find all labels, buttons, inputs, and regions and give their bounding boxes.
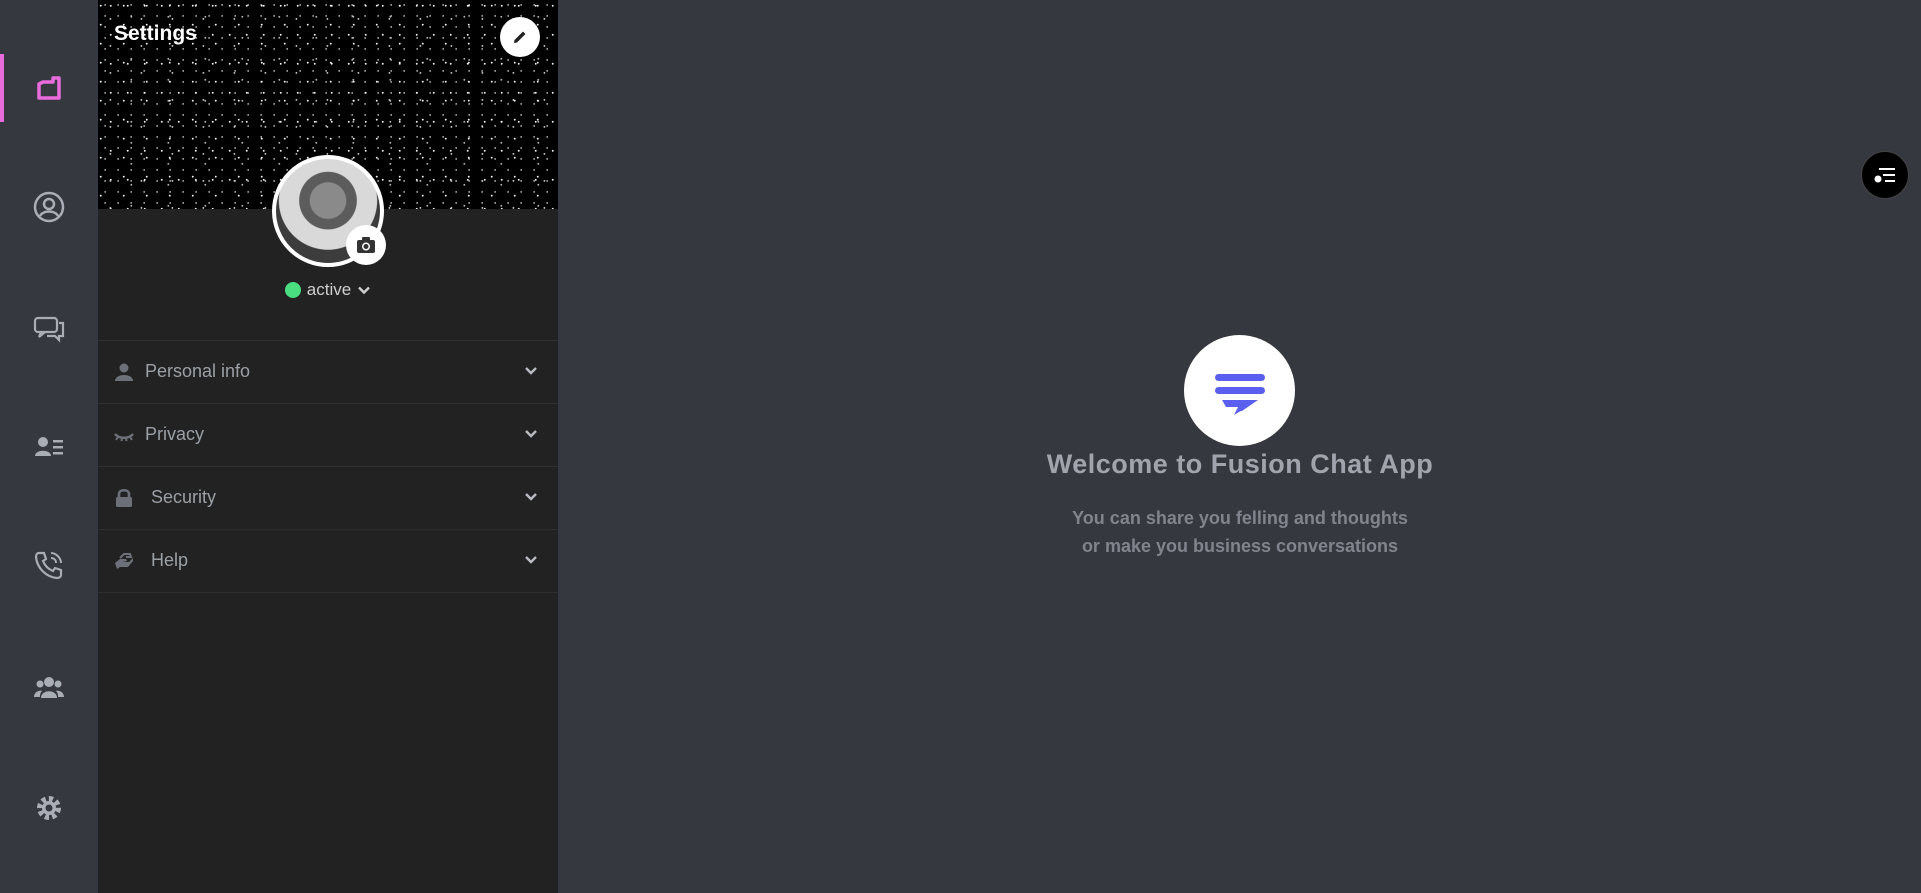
chevron-down-icon: [525, 556, 537, 564]
welcome-logo: [1184, 335, 1295, 446]
help-hands-icon: [115, 553, 133, 569]
icon-rail: [0, 0, 98, 893]
groups-icon: [34, 677, 64, 698]
section-personal-info[interactable]: Personal info: [98, 340, 558, 403]
chevron-down-icon: [525, 430, 537, 438]
rail-item-groups[interactable]: [0, 654, 98, 722]
app-logo-icon: [37, 76, 61, 100]
rail-item-chats[interactable]: [0, 294, 98, 362]
gear-icon: [37, 796, 61, 820]
settings-sections: Personal info Privacy Security Help: [98, 340, 558, 593]
welcome-line: or make you business conversations: [1081, 536, 1399, 556]
section-label: Security: [151, 487, 217, 507]
welcome-subtitle: You can share you felling and thoughts o…: [940, 504, 1540, 560]
welcome-line: You can share you felling and thoughts: [1072, 508, 1408, 528]
section-security[interactable]: Security: [98, 466, 558, 529]
phone-wifi-icon: [34, 551, 63, 580]
section-privacy[interactable]: Privacy: [98, 403, 558, 466]
lock-icon: [116, 488, 132, 507]
rail-item-calls[interactable]: [0, 531, 98, 599]
contacts-icon: [35, 437, 63, 456]
rail-item-profile[interactable]: [0, 173, 98, 241]
user-list-icon: [1874, 168, 1895, 183]
rail-item-contacts[interactable]: [0, 413, 98, 481]
pencil-icon: [514, 31, 526, 43]
user-circle-icon: [33, 191, 65, 223]
chat-bubbles-icon: [33, 316, 65, 343]
rail-item-home[interactable]: [0, 54, 98, 122]
welcome-title: Welcome to Fusion Chat App: [1046, 449, 1434, 479]
camera-icon: [357, 237, 375, 253]
status-dropdown[interactable]: active: [307, 280, 371, 300]
rail-item-settings[interactable]: [0, 774, 98, 842]
settings-panel: Settings active Personal info Privacy Se…: [98, 0, 558, 893]
section-label: Privacy: [145, 424, 205, 444]
status-dot: [284, 282, 301, 298]
page-title: Settings: [114, 22, 197, 45]
edit-cover-button[interactable]: [500, 17, 540, 57]
eye-closed-icon: [114, 433, 134, 442]
user-icon: [115, 363, 133, 381]
change-photo-button[interactable]: [346, 225, 386, 265]
chevron-down-icon: [525, 493, 537, 501]
chat-logo-icon: [1214, 373, 1265, 415]
section-label: Help: [151, 550, 189, 570]
section-help[interactable]: Help: [98, 529, 558, 593]
user-details-button[interactable]: [1861, 151, 1909, 199]
chevron-down-icon: [358, 286, 371, 295]
section-label: Personal info: [145, 361, 251, 381]
profile-avatar: [272, 155, 386, 267]
status-label: active: [306, 280, 352, 299]
chevron-down-icon: [525, 367, 537, 375]
status-selector: active: [98, 280, 558, 300]
